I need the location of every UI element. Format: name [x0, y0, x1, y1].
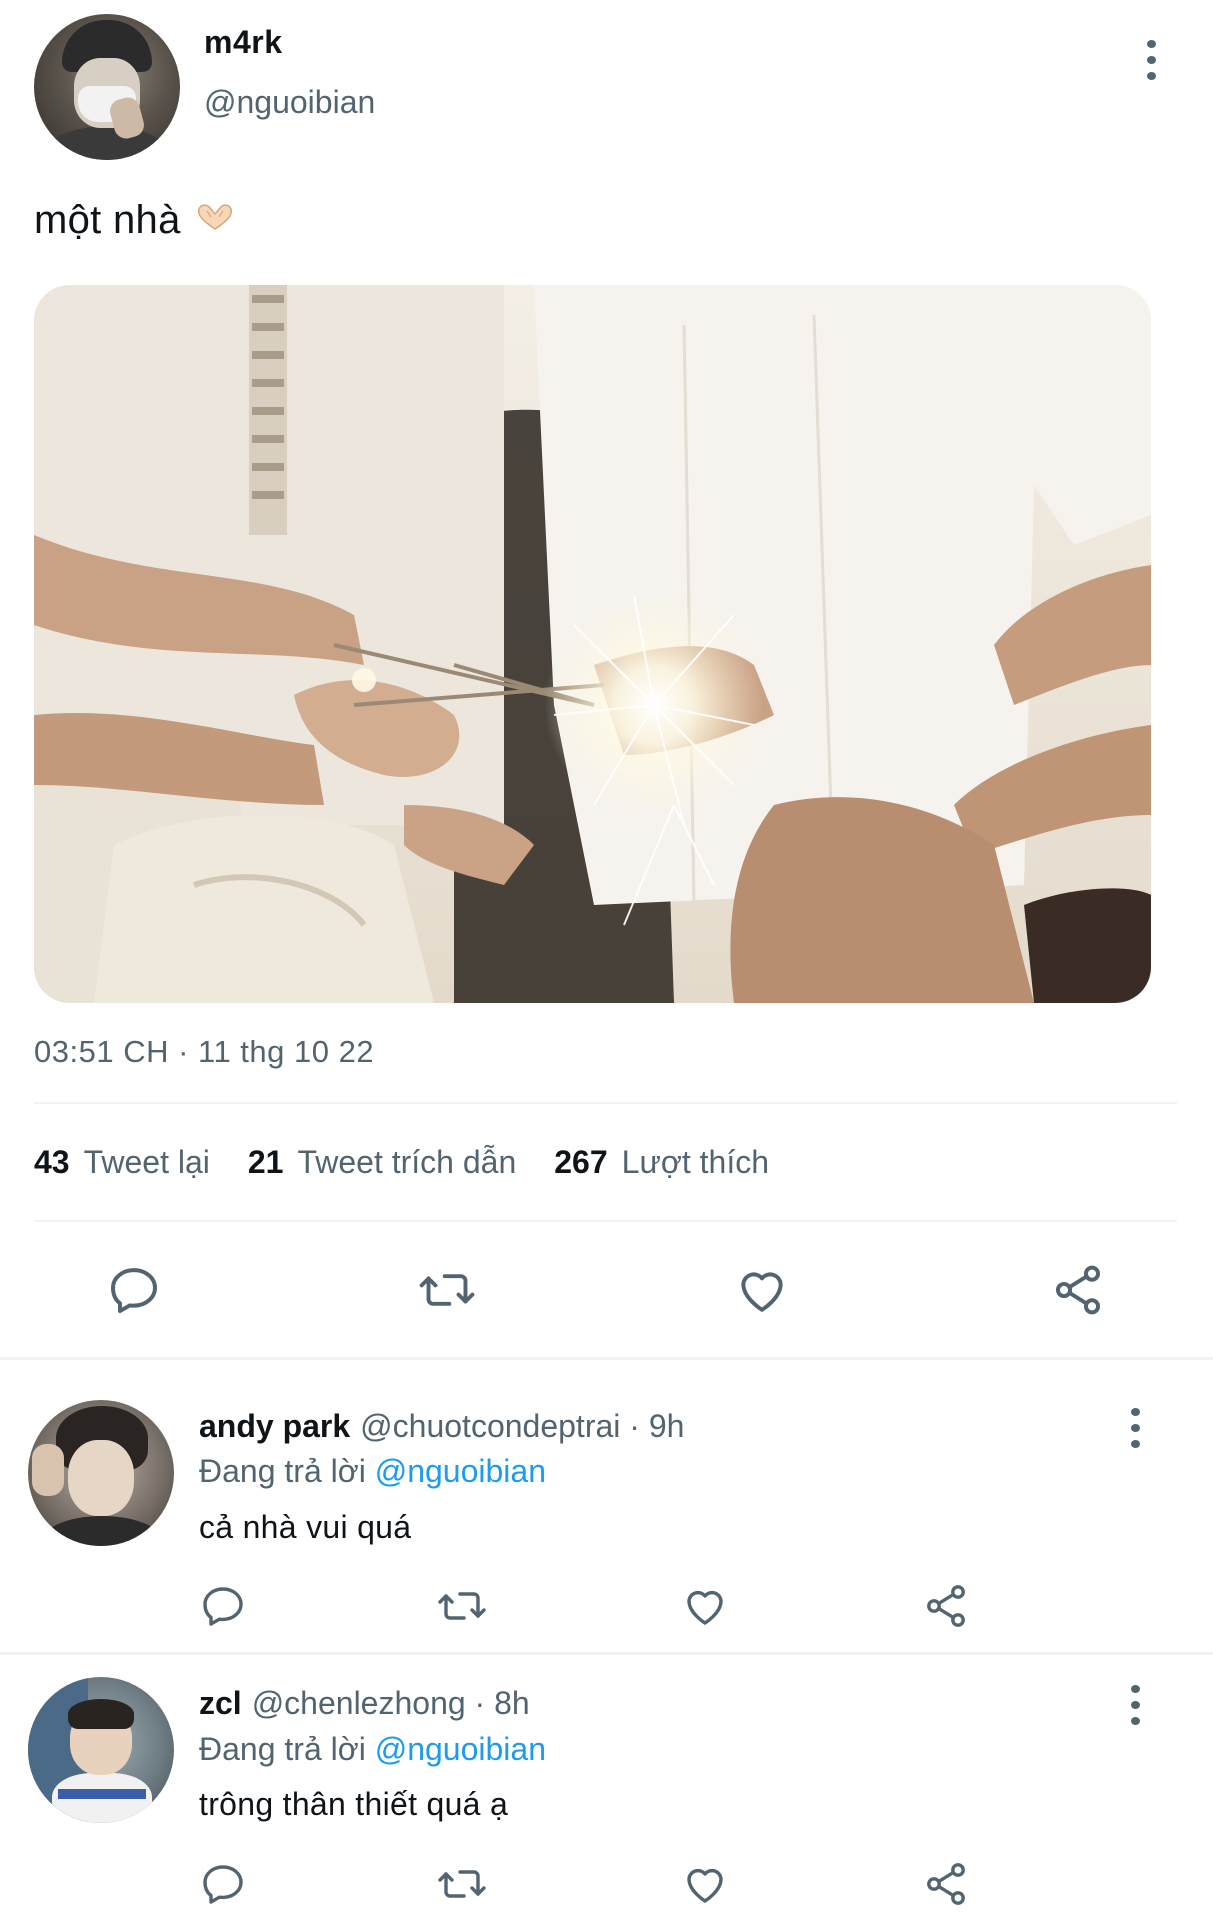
tweet-timestamp[interactable]: 03:51 CH · 11 thg 10 22 [34, 1034, 374, 1070]
quote-tweets-count: 21 [247, 1144, 284, 1180]
tweet-photo[interactable] [34, 285, 1151, 1003]
divider [34, 1102, 1177, 1104]
replying-prefix: Đang trả lời [199, 1731, 366, 1767]
share-icon[interactable] [922, 1582, 970, 1630]
reply-avatar[interactable] [28, 1400, 174, 1546]
retweet-icon[interactable] [436, 1582, 488, 1630]
reply-text: cả nhà vui quá [199, 1509, 412, 1545]
heart-hands-icon [195, 196, 235, 230]
author-avatar[interactable] [34, 14, 180, 160]
replying-prefix: Đang trả lời [199, 1453, 366, 1489]
replying-to-mention[interactable]: @nguoibian [375, 1453, 546, 1489]
retweet-icon[interactable] [436, 1860, 488, 1908]
reply-icon[interactable] [199, 1860, 247, 1908]
reply-display-name[interactable]: zcl [199, 1685, 242, 1721]
retweets-stat[interactable]: 43 Tweet lại [34, 1144, 210, 1181]
reply-time: · 9h [629, 1408, 685, 1444]
likes-stat[interactable]: 267 Lượt thích [554, 1144, 769, 1181]
replying-to: Đang trả lời @nguoibian [199, 1453, 546, 1490]
tweet-text: một nhà [34, 198, 235, 243]
reply-icon[interactable] [199, 1582, 247, 1630]
tweet-body: một nhà [34, 198, 181, 242]
share-icon[interactable] [922, 1860, 970, 1908]
reply-header: andy park @chuotcondeptrai · 9h [199, 1408, 684, 1445]
reply-avatar[interactable] [28, 1677, 174, 1823]
retweet-icon[interactable] [417, 1262, 477, 1318]
reply-icon[interactable] [106, 1262, 162, 1318]
more-options-icon[interactable] [1140, 40, 1162, 80]
reply-text: trông thân thiết quá ạ [199, 1786, 509, 1822]
reply-handle[interactable]: @chuotcondeptrai [360, 1408, 620, 1444]
author-display-name[interactable]: m4rk [204, 24, 283, 61]
likes-count: 267 [554, 1144, 608, 1180]
more-options-icon[interactable] [1124, 1408, 1146, 1448]
engagement-stats: 43 Tweet lại 21 Tweet trích dẫn 267 Lượt th… [34, 1144, 807, 1181]
retweets-label: Tweet lại [83, 1144, 210, 1180]
quote-tweets-stat[interactable]: 21 Tweet trích dẫn [248, 1144, 516, 1181]
like-icon[interactable] [680, 1860, 730, 1908]
divider [34, 1220, 1177, 1222]
author-handle[interactable]: @nguoibian [204, 84, 375, 121]
replying-to: Đang trả lời @nguoibian [199, 1731, 546, 1768]
divider [0, 1357, 1213, 1360]
more-options-icon[interactable] [1124, 1685, 1146, 1725]
replying-to-mention[interactable]: @nguoibian [375, 1731, 546, 1767]
reply-header: zcl @chenlezhong · 8h [199, 1685, 530, 1722]
reply-handle[interactable]: @chenlezhong [252, 1685, 466, 1721]
reply-time: · 8h [474, 1685, 530, 1721]
like-icon[interactable] [733, 1262, 791, 1318]
sparkler-photo [34, 285, 1151, 1003]
quote-tweets-label: Tweet trích dẫn [297, 1144, 517, 1180]
retweets-count: 43 [34, 1144, 70, 1180]
share-icon[interactable] [1050, 1262, 1106, 1318]
likes-label: Lượt thích [621, 1144, 769, 1180]
reply-display-name[interactable]: andy park [199, 1408, 350, 1444]
divider [0, 1652, 1213, 1655]
like-icon[interactable] [680, 1582, 730, 1630]
